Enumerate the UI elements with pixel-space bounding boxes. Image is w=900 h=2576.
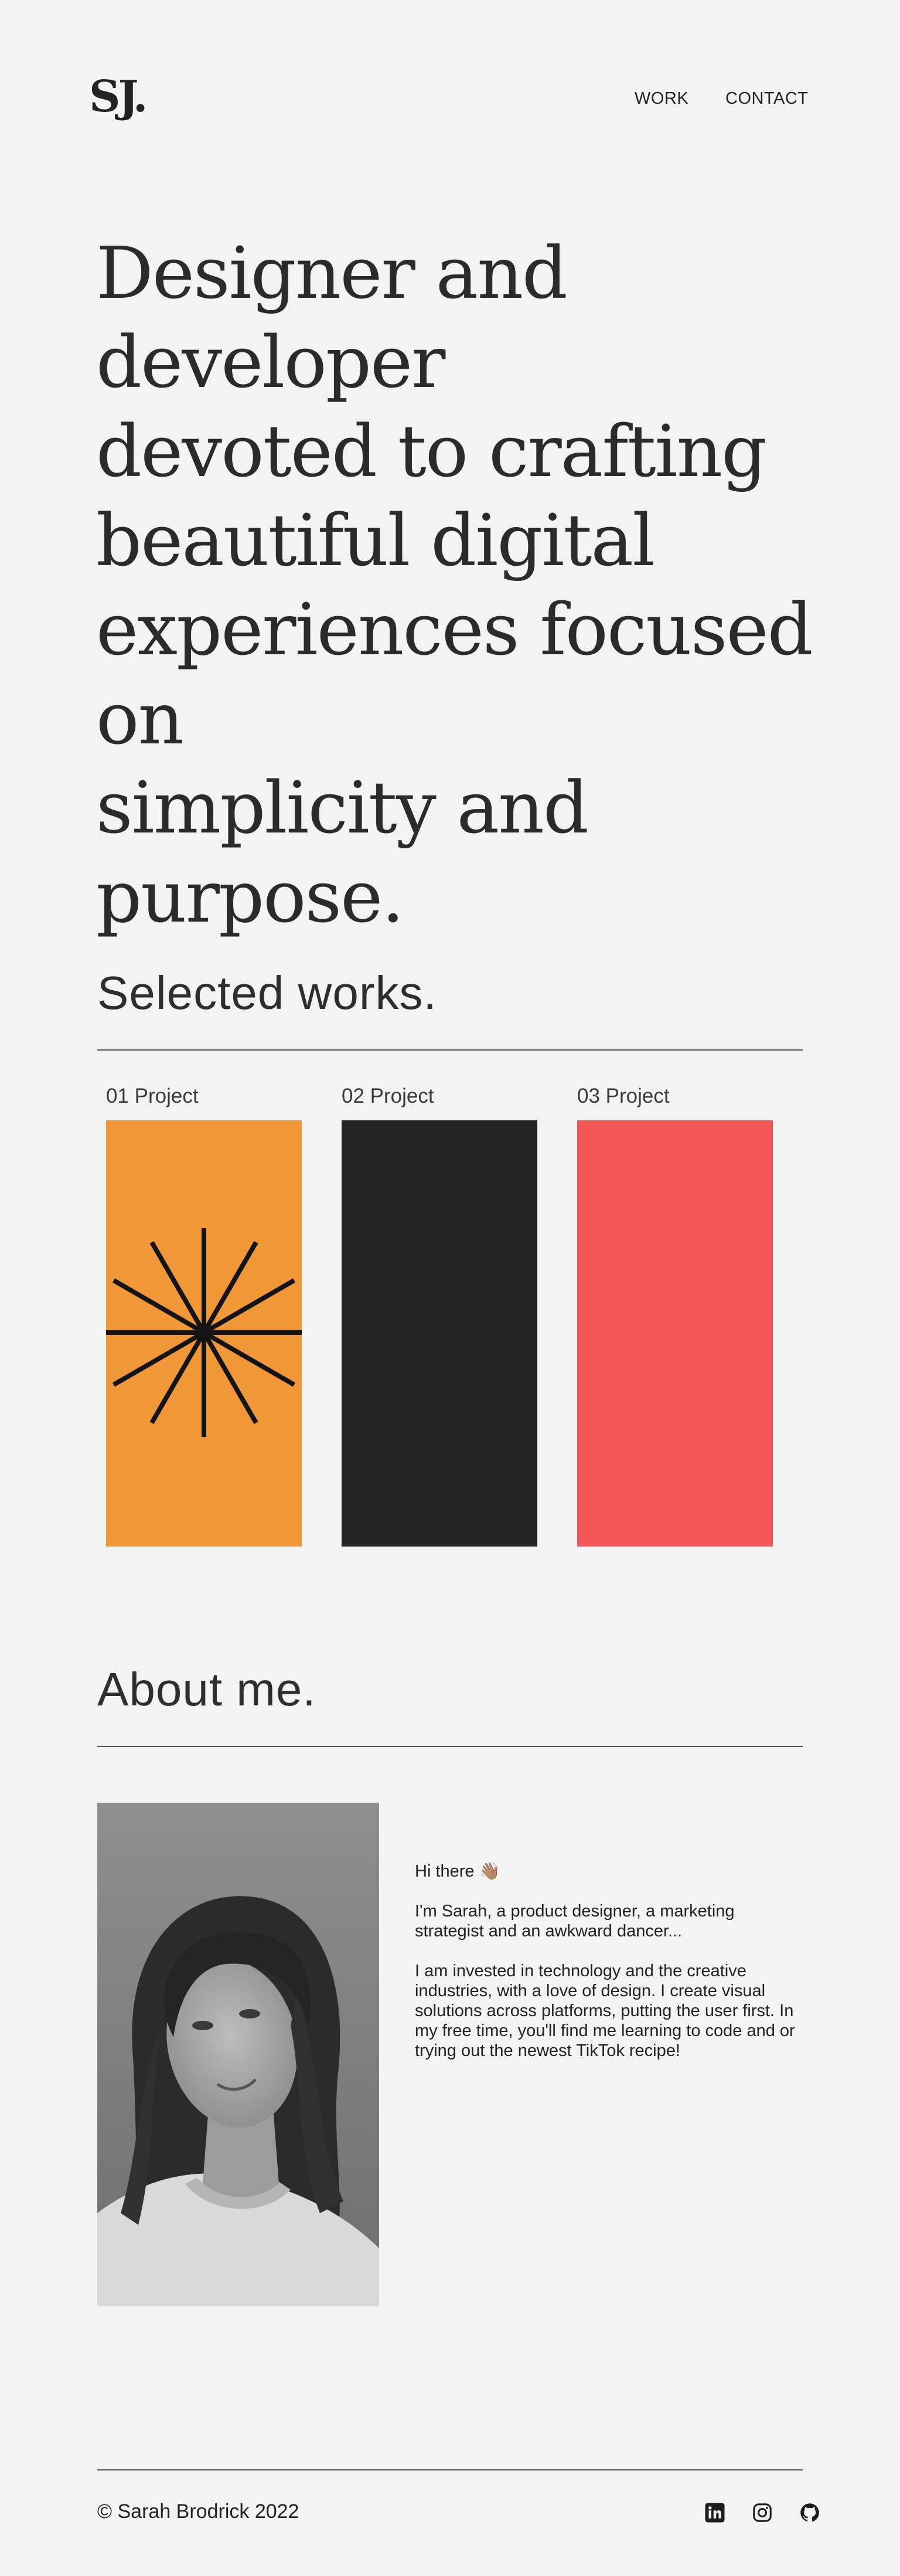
about-details: I am invested in technology and the crea… (415, 1962, 795, 2060)
github-icon[interactable] (799, 2502, 820, 2523)
nav-contact-link[interactable]: CONTACT (725, 89, 809, 108)
hero-line: Designer and developer (96, 232, 568, 404)
hero-line: beautiful digital (96, 499, 655, 582)
instagram-icon-graphic (753, 2503, 772, 2522)
nav-work-link[interactable]: WORK (635, 89, 688, 108)
hero-line: experiences focused on (96, 588, 813, 760)
about-intro: I'm Sarah, a product designer, a marketi… (415, 1902, 735, 1941)
project-1-label[interactable]: 01 Project (106, 1085, 199, 1108)
footer-divider (97, 2469, 803, 2470)
project-2-label[interactable]: 02 Project (342, 1085, 434, 1108)
footer-copyright: © Sarah Brodrick 2022 (97, 2500, 299, 2523)
github-icon-graphic (800, 2503, 819, 2522)
hero-line: simplicity and purpose. (96, 766, 589, 939)
starburst-icon (105, 1228, 302, 1437)
portrait-image (97, 1803, 379, 2306)
project-2-thumbnail[interactable] (342, 1120, 537, 1547)
about-text: Hi there 👋🏽 I'm Sarah, a product designe… (415, 1861, 802, 2081)
about-section-title: About me. (97, 1663, 316, 1715)
linkedin-icon-graphic (705, 2503, 725, 2523)
site-logo[interactable]: SJ. (89, 75, 148, 118)
instagram-icon[interactable] (752, 2502, 773, 2523)
linkedin-icon[interactable] (704, 2502, 725, 2523)
project-1-thumbnail[interactable] (105, 1120, 302, 1547)
hero-headline: Designer and developer devoted to crafti… (96, 229, 875, 942)
profile-photo (97, 1803, 379, 2306)
project-3-thumbnail[interactable] (577, 1120, 773, 1547)
works-section-title: Selected works. (97, 967, 437, 1019)
hero-line: devoted to crafting (96, 410, 767, 493)
about-greeting: Hi there 👋🏽 (415, 1862, 500, 1881)
works-divider (97, 1049, 803, 1051)
about-divider (97, 1746, 803, 1747)
project-3-label[interactable]: 03 Project (577, 1085, 670, 1108)
